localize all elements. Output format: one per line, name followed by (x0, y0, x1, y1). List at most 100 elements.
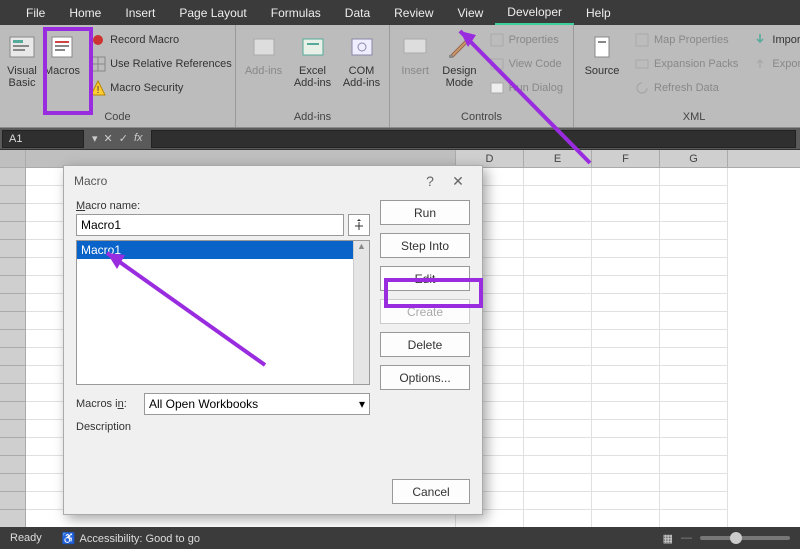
cell[interactable] (524, 240, 592, 258)
cell[interactable] (524, 222, 592, 240)
cell[interactable] (524, 402, 592, 420)
design-mode-button[interactable]: Design Mode (440, 29, 478, 111)
cell[interactable] (660, 384, 728, 402)
row-header[interactable] (0, 240, 26, 258)
cell[interactable] (524, 456, 592, 474)
cell[interactable] (660, 240, 728, 258)
tab-data[interactable]: Data (333, 2, 382, 24)
cell[interactable] (660, 258, 728, 276)
row-header[interactable] (0, 204, 26, 222)
cell[interactable] (592, 276, 660, 294)
tab-help[interactable]: Help (574, 2, 623, 24)
view-normal-icon[interactable]: ▦ (663, 532, 673, 545)
tab-file[interactable]: File (14, 2, 57, 24)
cell[interactable] (524, 258, 592, 276)
fx-icon[interactable]: fx (134, 132, 143, 145)
insert-control-button[interactable]: Insert (396, 29, 434, 111)
macros-in-select[interactable]: All Open Workbooks ▾ (144, 393, 370, 415)
cell[interactable] (524, 474, 592, 492)
row-header[interactable] (0, 474, 26, 492)
accept-formula-icon[interactable]: ✓ (119, 132, 128, 145)
expansion-packs-button[interactable]: Expansion Packs (630, 53, 742, 75)
tab-review[interactable]: Review (382, 2, 445, 24)
cell[interactable] (592, 168, 660, 186)
macro-listbox[interactable]: Macro1 ▲ (76, 240, 370, 385)
cell[interactable] (524, 186, 592, 204)
row-header[interactable] (0, 222, 26, 240)
cell[interactable] (660, 186, 728, 204)
dialog-titlebar[interactable]: Macro ? ✕ (64, 166, 482, 196)
cell[interactable] (592, 366, 660, 384)
row-header[interactable] (0, 456, 26, 474)
row-header[interactable] (0, 384, 26, 402)
import-button[interactable]: Import (748, 29, 800, 51)
cell[interactable] (660, 222, 728, 240)
col-f[interactable]: F (592, 150, 660, 167)
run-button[interactable]: Run (380, 200, 470, 225)
cell[interactable] (524, 330, 592, 348)
row-header[interactable] (0, 492, 26, 510)
cell[interactable] (660, 294, 728, 312)
cell[interactable] (592, 384, 660, 402)
cell[interactable] (524, 168, 592, 186)
tab-home[interactable]: Home (57, 2, 113, 24)
row-header[interactable] (0, 168, 26, 186)
cell[interactable] (660, 168, 728, 186)
col-g[interactable]: G (660, 150, 728, 167)
cell[interactable] (592, 474, 660, 492)
row-header[interactable] (0, 366, 26, 384)
cell[interactable] (660, 330, 728, 348)
edit-button[interactable]: Edit (380, 266, 470, 291)
tab-insert[interactable]: Insert (113, 2, 167, 24)
refresh-data-button[interactable]: Refresh Data (630, 77, 742, 99)
macro-security-button[interactable]: !Macro Security (86, 77, 236, 99)
properties-button[interactable]: Properties (485, 29, 567, 51)
cell[interactable] (524, 510, 592, 527)
row-header[interactable] (0, 312, 26, 330)
cell[interactable] (592, 438, 660, 456)
cell[interactable] (660, 492, 728, 510)
macro-name-input[interactable] (76, 214, 344, 236)
cell[interactable] (660, 438, 728, 456)
cell[interactable] (592, 492, 660, 510)
status-accessibility[interactable]: ♿Accessibility: Good to go (62, 532, 200, 545)
help-icon[interactable]: ? (416, 173, 444, 189)
export-button[interactable]: Export (748, 53, 800, 75)
options-button[interactable]: Options... (380, 365, 470, 390)
cell[interactable] (592, 258, 660, 276)
cell[interactable] (660, 510, 728, 527)
source-button[interactable]: Source (580, 29, 624, 111)
row-header[interactable] (0, 258, 26, 276)
excel-addins-button[interactable]: Excel Add-ins (291, 29, 334, 111)
row-header[interactable] (0, 402, 26, 420)
listbox-scrollbar[interactable]: ▲ (353, 241, 369, 384)
com-addins-button[interactable]: COM Add-ins (340, 29, 383, 111)
cell[interactable] (592, 312, 660, 330)
col-e[interactable]: E (524, 150, 592, 167)
cell[interactable] (660, 276, 728, 294)
cell[interactable] (660, 474, 728, 492)
cell[interactable] (592, 330, 660, 348)
close-icon[interactable]: ✕ (444, 173, 472, 190)
cell[interactable] (524, 276, 592, 294)
cell[interactable] (660, 204, 728, 222)
tab-view[interactable]: View (446, 2, 496, 24)
cell[interactable] (524, 294, 592, 312)
name-box[interactable] (2, 130, 84, 148)
cell[interactable] (660, 366, 728, 384)
visual-basic-button[interactable]: Visual Basic (6, 29, 38, 111)
cell[interactable] (524, 312, 592, 330)
cell[interactable] (524, 348, 592, 366)
row-header[interactable] (0, 294, 26, 312)
collapse-dialog-icon[interactable] (348, 214, 370, 236)
row-header[interactable] (0, 348, 26, 366)
cell[interactable] (660, 420, 728, 438)
cell[interactable] (660, 402, 728, 420)
select-all-corner[interactable] (0, 150, 26, 167)
row-header[interactable] (0, 510, 26, 527)
cancel-button[interactable]: Cancel (392, 479, 470, 504)
tab-developer[interactable]: Developer (495, 1, 574, 25)
view-code-button[interactable]: View Code (485, 53, 567, 75)
formula-input[interactable] (151, 130, 796, 148)
macros-button[interactable]: Macros (44, 29, 80, 111)
